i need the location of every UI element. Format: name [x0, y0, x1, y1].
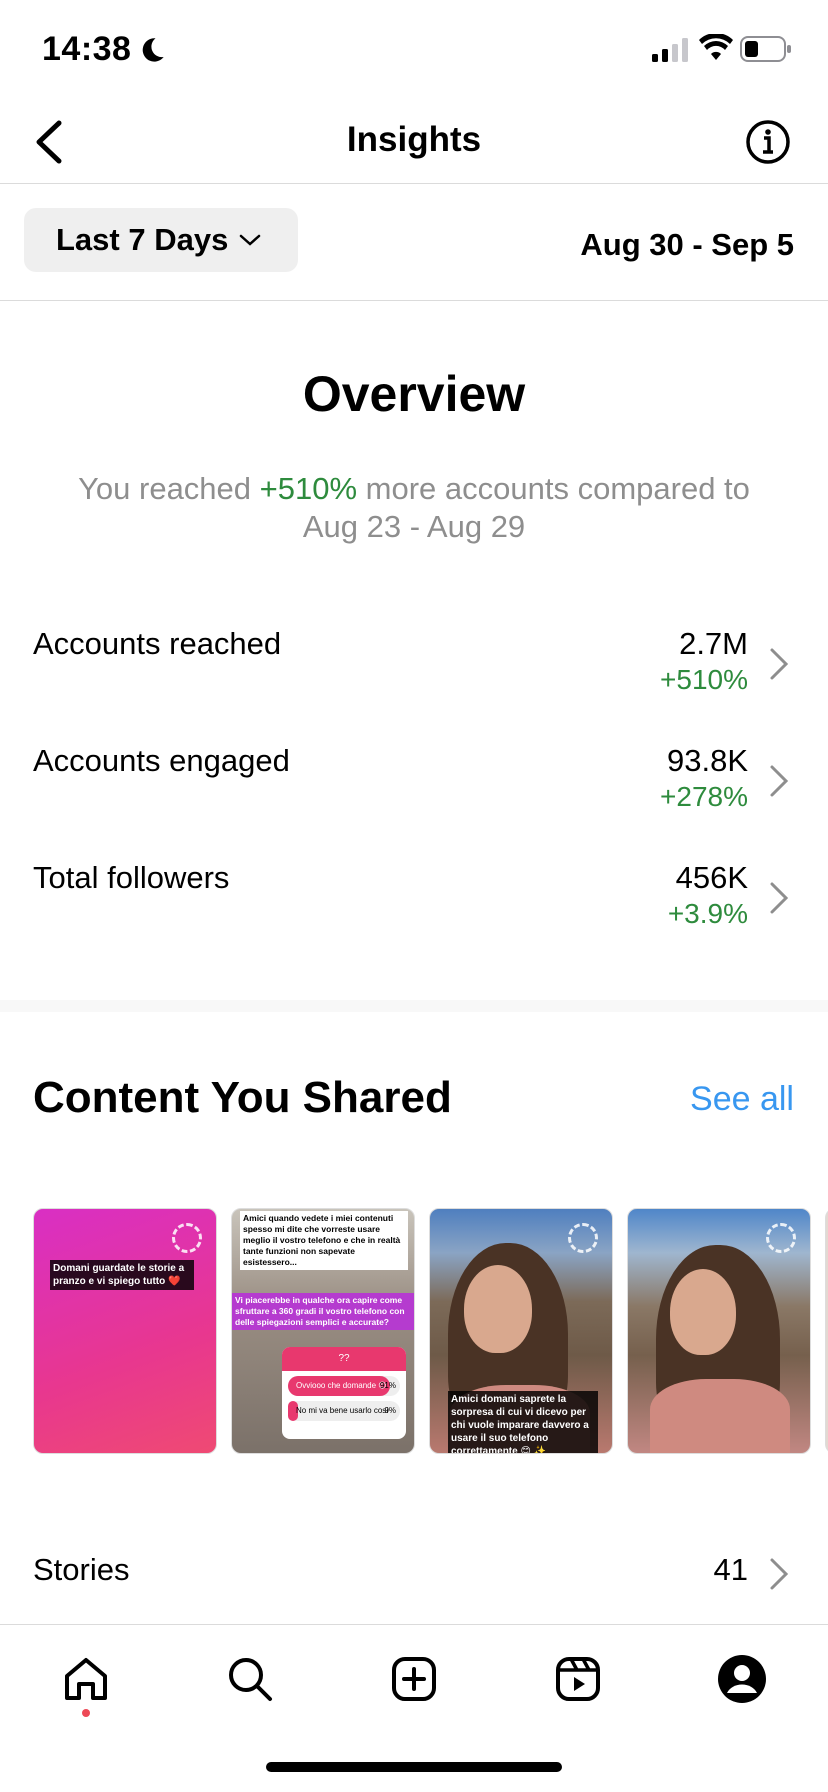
- battery-icon: [740, 36, 791, 62]
- info-button[interactable]: [740, 114, 796, 170]
- story-thumbnail-2[interactable]: Amici quando vedete i miei contenuti spe…: [231, 1208, 415, 1454]
- metric-value: 2.7M: [679, 626, 748, 661]
- page-title: Insights: [346, 120, 482, 159]
- status-time: 14:38: [42, 30, 132, 68]
- overview-summary-prefix: You reached: [78, 471, 260, 506]
- overview-summary-highlight: +510%: [259, 471, 358, 506]
- chevron-right-icon: [770, 1558, 789, 1590]
- section-divider: [0, 1000, 828, 1012]
- story-photo-face: [464, 1265, 532, 1353]
- poll-option: Ovviooo che domande 😍 91%: [288, 1376, 400, 1396]
- tab-create[interactable]: [386, 1651, 442, 1707]
- chevron-right-icon: [770, 882, 789, 914]
- overview-summary-suffix: more accounts compared to Aug 23 - Aug 2…: [302, 471, 750, 544]
- home-icon: [65, 1658, 107, 1700]
- story-caption-top: Amici quando vedete i miei contenuti spe…: [240, 1211, 408, 1270]
- poll-option-pct: 9%: [384, 1406, 396, 1415]
- content-thumbnails: Domani guardate le storie a pranzo e vi …: [33, 1208, 828, 1456]
- story-caption: Domani guardate le storie a pranzo e vi …: [50, 1260, 194, 1290]
- poll-option-label: Ovviooo che domande 😍: [296, 1381, 387, 1390]
- metric-value: 456K: [675, 860, 748, 895]
- signal-icon: [652, 38, 688, 62]
- date-range-dropdown-label: Last 7 Days: [56, 222, 229, 257]
- home-indicator[interactable]: [266, 1762, 562, 1772]
- reels-icon: [556, 1657, 600, 1701]
- see-all-link[interactable]: See all: [690, 1080, 794, 1119]
- stories-row[interactable]: Stories 41: [0, 1552, 828, 1602]
- notification-dot: [82, 1709, 90, 1717]
- story-thumbnail-4[interactable]: [627, 1208, 811, 1454]
- story-photo-shirt: [650, 1379, 790, 1453]
- stories-count: 41: [713, 1552, 748, 1587]
- moon-icon: [142, 38, 164, 62]
- story-caption-mid: Vi piacerebbe in qualche ora capire come…: [232, 1293, 414, 1330]
- stories-label: Stories: [33, 1552, 130, 1587]
- poll-option-label: No mi va bene usarlo così: [296, 1406, 389, 1415]
- metric-change: +278%: [660, 781, 748, 812]
- filter-row: Last 7 Days Aug 30 - Sep 5: [0, 185, 828, 301]
- profile-icon: [718, 1655, 766, 1703]
- metric-change: +510%: [660, 664, 748, 695]
- chevron-right-icon: [770, 648, 789, 680]
- poll-option: No mi va bene usarlo così 9%: [288, 1401, 400, 1421]
- status-bar: 14:38: [0, 0, 828, 100]
- story-thumbnail-1[interactable]: Domani guardate le storie a pranzo e vi …: [33, 1208, 217, 1454]
- search-icon: [229, 1658, 272, 1701]
- chevron-down-icon: [240, 234, 261, 246]
- wifi-icon: [699, 34, 733, 60]
- metric-label: Accounts reached: [33, 626, 282, 661]
- metric-value: 93.8K: [666, 743, 748, 778]
- chevron-right-icon: [770, 765, 789, 797]
- info-icon: [746, 120, 790, 164]
- story-ring-icon: [172, 1223, 202, 1253]
- poll-sticker: ?? Ovviooo che domande 😍 91% No mi va be…: [282, 1347, 406, 1439]
- story-ring-icon: [568, 1223, 598, 1253]
- header: Insights: [0, 100, 828, 184]
- tab-profile[interactable]: [714, 1651, 770, 1707]
- poll-question: ??: [282, 1347, 406, 1371]
- story-caption: Amici domani saprete la sorpresa di cui …: [448, 1391, 598, 1453]
- overview-title: Overview: [302, 366, 526, 422]
- metric-row-total-followers[interactable]: Total followers 456K +3.9%: [0, 860, 828, 956]
- add-post-icon: [392, 1657, 436, 1701]
- tab-search[interactable]: [222, 1651, 278, 1707]
- metric-row-accounts-reached[interactable]: Accounts reached 2.7M +510%: [0, 626, 828, 722]
- metric-row-accounts-engaged[interactable]: Accounts engaged 93.8K +278%: [0, 743, 828, 839]
- metric-label: Accounts engaged: [33, 743, 290, 778]
- story-ring-icon: [766, 1223, 796, 1253]
- date-range-text: Aug 30 - Sep 5: [580, 227, 794, 262]
- overview-summary: You reached +510% more accounts compared…: [60, 470, 768, 546]
- tab-home[interactable]: [58, 1651, 114, 1707]
- poll-option-pct: 91%: [379, 1381, 396, 1390]
- metric-label: Total followers: [33, 860, 230, 895]
- date-range-dropdown[interactable]: Last 7 Days: [24, 208, 298, 272]
- story-photo-face: [670, 1269, 736, 1355]
- metric-change: +3.9%: [667, 898, 748, 929]
- content-shared-title: Content You Shared: [33, 1073, 452, 1122]
- tab-reels[interactable]: [550, 1651, 606, 1707]
- story-thumbnail-3[interactable]: Amici domani saprete la sorpresa di cui …: [429, 1208, 613, 1454]
